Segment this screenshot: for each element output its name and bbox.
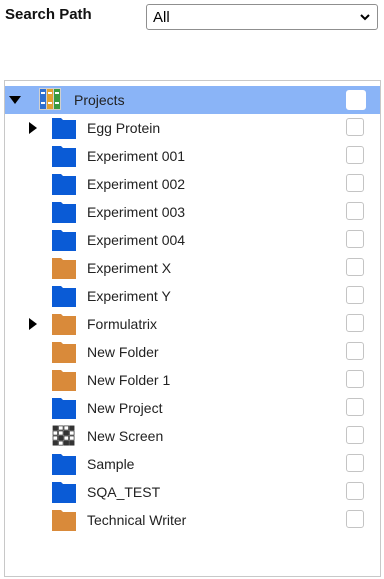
tree-checkbox[interactable]: [346, 482, 364, 500]
folder-orange-icon: [52, 342, 76, 363]
tree-item[interactable]: Formulatrix: [5, 310, 380, 338]
tree-item-label: New Project: [87, 400, 163, 416]
tree-checkbox[interactable]: [346, 398, 364, 416]
tree-checkbox[interactable]: [346, 202, 364, 220]
project-tree: Projects Egg Protein Experiment 001 Experi…: [4, 80, 381, 577]
search-path-select[interactable]: All: [146, 4, 378, 30]
tree-checkbox[interactable]: [346, 146, 364, 164]
folder-blue-icon: [52, 482, 76, 503]
tree-item-label: Egg Protein: [87, 120, 161, 136]
search-path-value: All: [153, 9, 170, 26]
tree-checkbox[interactable]: [346, 454, 364, 472]
tree-item-label: Experiment 003: [87, 204, 186, 220]
tree-item[interactable]: New Project: [5, 394, 380, 422]
tree-item[interactable]: Experiment Y: [5, 282, 380, 310]
tree-item[interactable]: New Folder: [5, 338, 380, 366]
bookshelf-icon: [39, 88, 61, 110]
tree-item[interactable]: Experiment 001: [5, 142, 380, 170]
tree-item-label: Sample: [87, 456, 135, 472]
search-path-label: Search Path: [5, 6, 92, 23]
chevron-down-icon: [360, 14, 370, 21]
collapsed-arrow-icon[interactable]: [26, 121, 40, 135]
tree-checkbox[interactable]: [346, 118, 364, 136]
tree-item-label: Formulatrix: [87, 316, 158, 332]
tree-item[interactable]: Experiment 004: [5, 226, 380, 254]
screen-grid-icon: [52, 425, 75, 446]
tree-checkbox[interactable]: [346, 342, 364, 360]
tree-item-label: Experiment X: [87, 260, 172, 276]
folder-blue-icon: [52, 230, 76, 251]
tree-checkbox[interactable]: [346, 314, 364, 332]
folder-orange-icon: [52, 314, 76, 335]
folder-blue-icon: [52, 202, 76, 223]
folder-blue-icon: [52, 146, 76, 167]
tree-item[interactable]: New Folder 1: [5, 366, 380, 394]
tree-item-label: Experiment Y: [87, 288, 171, 304]
tree-item-label: New Folder: [87, 344, 159, 360]
folder-orange-icon: [52, 370, 76, 391]
tree-item[interactable]: Experiment 002: [5, 170, 380, 198]
folder-blue-icon: [52, 174, 76, 195]
tree-item[interactable]: Experiment X: [5, 254, 380, 282]
tree-item[interactable]: Experiment 003: [5, 198, 380, 226]
tree-item[interactable]: Egg Protein: [5, 114, 380, 142]
expanded-arrow-icon[interactable]: [8, 93, 22, 107]
tree-item-label: Technical Writer: [87, 512, 187, 528]
tree-checkbox[interactable]: [346, 370, 364, 388]
tree-item-label: SQA_TEST: [87, 484, 161, 500]
tree-item[interactable]: Technical Writer: [5, 506, 380, 534]
folder-orange-icon: [52, 510, 76, 531]
tree-item-label: New Screen: [87, 428, 164, 444]
folder-blue-icon: [52, 454, 76, 475]
folder-blue-icon: [52, 286, 76, 307]
collapsed-arrow-icon[interactable]: [26, 317, 40, 331]
tree-checkbox[interactable]: [346, 286, 364, 304]
tree-item-label: Experiment 004: [87, 232, 186, 248]
tree-item-label: Experiment 001: [87, 148, 186, 164]
tree-item[interactable]: SQA_TEST: [5, 478, 380, 506]
folder-blue-icon: [52, 118, 76, 139]
tree-item[interactable]: Sample: [5, 450, 380, 478]
tree-item-label: New Folder 1: [87, 372, 171, 388]
tree-checkbox[interactable]: [346, 510, 364, 528]
tree-root-projects[interactable]: Projects: [5, 86, 380, 114]
folder-blue-icon: [52, 398, 76, 419]
tree-checkbox[interactable]: [346, 90, 366, 110]
tree-item-label: Projects: [74, 92, 125, 108]
folder-orange-icon: [52, 258, 76, 279]
tree-checkbox[interactable]: [346, 174, 364, 192]
tree-checkbox[interactable]: [346, 426, 364, 444]
tree-checkbox[interactable]: [346, 258, 364, 276]
tree-item-label: Experiment 002: [87, 176, 186, 192]
tree-checkbox[interactable]: [346, 230, 364, 248]
tree-item[interactable]: New Screen: [5, 422, 380, 450]
